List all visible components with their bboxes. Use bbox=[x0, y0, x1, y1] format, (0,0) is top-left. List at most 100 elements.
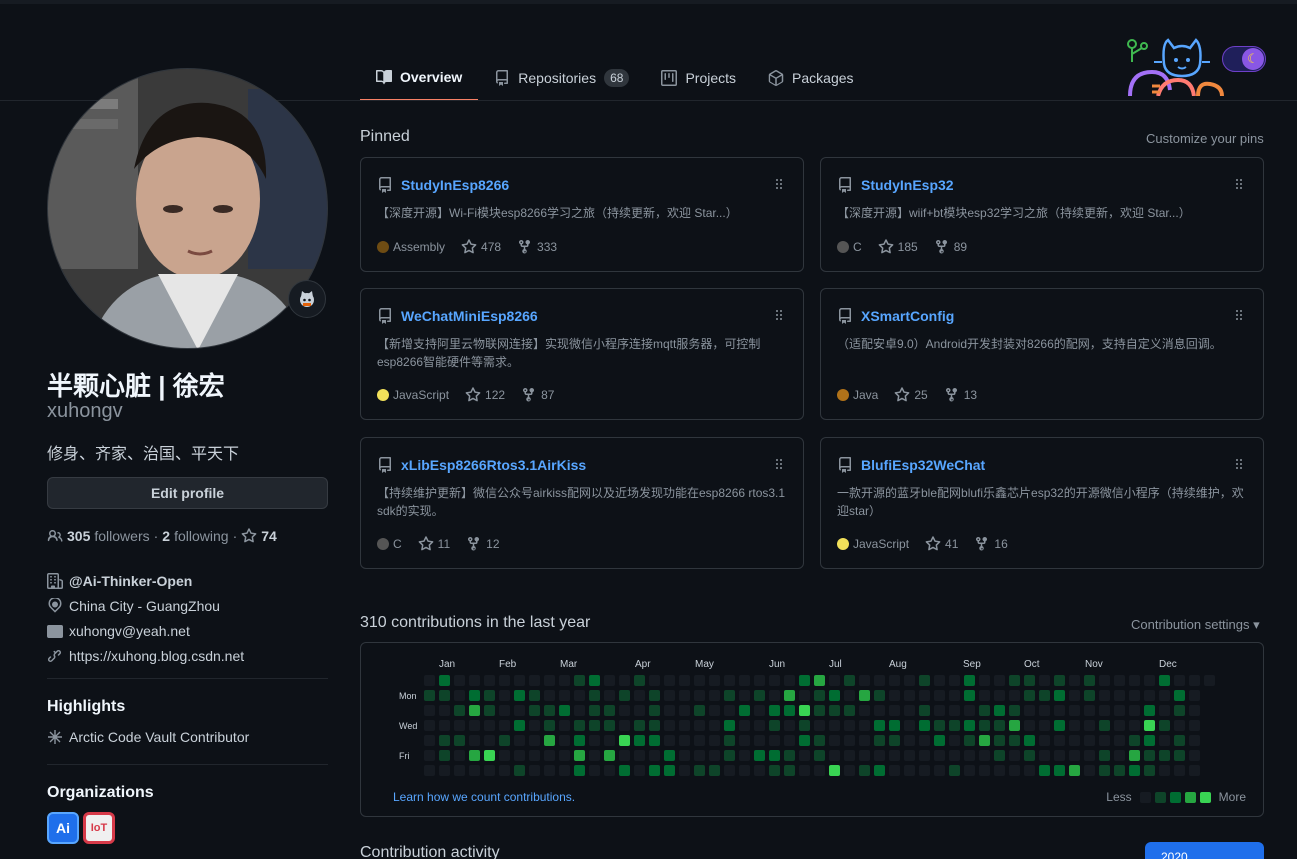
contribution-day[interactable] bbox=[499, 675, 510, 686]
contribution-day[interactable] bbox=[814, 735, 825, 746]
contribution-day[interactable] bbox=[484, 690, 495, 701]
contribution-day[interactable] bbox=[559, 735, 570, 746]
repo-stars[interactable]: 478 bbox=[461, 239, 501, 255]
contribution-day[interactable] bbox=[484, 705, 495, 716]
contribution-day[interactable] bbox=[544, 720, 555, 731]
contribution-settings-dropdown[interactable]: Contribution settings ▾ bbox=[1131, 617, 1260, 633]
drag-handle-icon[interactable] bbox=[775, 309, 783, 321]
contribution-day[interactable] bbox=[1069, 675, 1080, 686]
contribution-day[interactable] bbox=[544, 690, 555, 701]
contribution-day[interactable] bbox=[694, 750, 705, 761]
contribution-day[interactable] bbox=[1174, 690, 1185, 701]
contribution-day[interactable] bbox=[919, 750, 930, 761]
contribution-day[interactable] bbox=[1189, 750, 1200, 761]
contribution-day[interactable] bbox=[1084, 735, 1095, 746]
contribution-day[interactable] bbox=[529, 765, 540, 776]
contribution-day[interactable] bbox=[1189, 765, 1200, 776]
contribution-day[interactable] bbox=[799, 690, 810, 701]
contribution-day[interactable] bbox=[739, 705, 750, 716]
contribution-day[interactable] bbox=[859, 735, 870, 746]
contribution-day[interactable] bbox=[994, 765, 1005, 776]
contribution-day[interactable] bbox=[619, 720, 630, 731]
contribution-day[interactable] bbox=[1159, 705, 1170, 716]
contribution-day[interactable] bbox=[859, 720, 870, 731]
contribution-day[interactable] bbox=[1084, 675, 1095, 686]
contribution-day[interactable] bbox=[1009, 720, 1020, 731]
contribution-day[interactable] bbox=[544, 735, 555, 746]
contribution-day[interactable] bbox=[439, 690, 450, 701]
contribution-day[interactable] bbox=[1054, 675, 1065, 686]
contribution-day[interactable] bbox=[649, 720, 660, 731]
contribution-day[interactable] bbox=[964, 720, 975, 731]
contribution-day[interactable] bbox=[484, 735, 495, 746]
contribution-day[interactable] bbox=[1099, 705, 1110, 716]
contribution-day[interactable] bbox=[739, 690, 750, 701]
contribution-day[interactable] bbox=[949, 705, 960, 716]
contribution-day[interactable] bbox=[634, 690, 645, 701]
contribution-day[interactable] bbox=[1144, 750, 1155, 761]
contribution-day[interactable] bbox=[529, 675, 540, 686]
contribution-day[interactable] bbox=[1069, 690, 1080, 701]
contribution-day[interactable] bbox=[559, 750, 570, 761]
contribution-day[interactable] bbox=[844, 735, 855, 746]
contribution-day[interactable] bbox=[574, 765, 585, 776]
contribution-day[interactable] bbox=[589, 750, 600, 761]
contribution-day[interactable] bbox=[1114, 690, 1125, 701]
contribution-day[interactable] bbox=[1174, 735, 1185, 746]
contribution-day[interactable] bbox=[559, 720, 570, 731]
contribution-day[interactable] bbox=[874, 705, 885, 716]
contribution-day[interactable] bbox=[814, 705, 825, 716]
contribution-day[interactable] bbox=[589, 765, 600, 776]
contribution-day[interactable] bbox=[919, 735, 930, 746]
contribution-day[interactable] bbox=[964, 735, 975, 746]
contribution-day[interactable] bbox=[634, 735, 645, 746]
contribution-day[interactable] bbox=[709, 735, 720, 746]
contribution-day[interactable] bbox=[574, 705, 585, 716]
contribution-day[interactable] bbox=[844, 705, 855, 716]
contribution-day[interactable] bbox=[1174, 750, 1185, 761]
email-link[interactable]: xuhongv@yeah.net bbox=[69, 623, 190, 639]
contribution-day[interactable] bbox=[1114, 675, 1125, 686]
contribution-day[interactable] bbox=[724, 750, 735, 761]
contribution-day[interactable] bbox=[799, 765, 810, 776]
contribution-day[interactable] bbox=[934, 720, 945, 731]
contribution-day[interactable] bbox=[514, 765, 525, 776]
contribution-day[interactable] bbox=[544, 675, 555, 686]
website-link[interactable]: https://xuhong.blog.csdn.net bbox=[69, 648, 244, 664]
contribution-day[interactable] bbox=[754, 750, 765, 761]
contribution-day[interactable] bbox=[694, 705, 705, 716]
contribution-day[interactable] bbox=[829, 690, 840, 701]
contribution-day[interactable] bbox=[949, 735, 960, 746]
tab-repositories[interactable]: Repositories 68 bbox=[478, 55, 645, 101]
drag-handle-icon[interactable] bbox=[1235, 309, 1243, 321]
contribution-day[interactable] bbox=[904, 765, 915, 776]
contribution-day[interactable] bbox=[1009, 735, 1020, 746]
contribution-day[interactable] bbox=[934, 750, 945, 761]
contribution-day[interactable] bbox=[934, 690, 945, 701]
contribution-day[interactable] bbox=[754, 735, 765, 746]
contribution-day[interactable] bbox=[1159, 735, 1170, 746]
contribution-day[interactable] bbox=[1144, 705, 1155, 716]
contribution-day[interactable] bbox=[664, 720, 675, 731]
following-link[interactable]: following bbox=[174, 528, 228, 544]
contribution-day[interactable] bbox=[454, 735, 465, 746]
repo-name-link[interactable]: StudyInEsp32 bbox=[861, 177, 954, 193]
customize-pins-link[interactable]: Customize your pins bbox=[1146, 131, 1264, 146]
repo-name-link[interactable]: BlufiEsp32WeChat bbox=[861, 457, 985, 473]
contribution-day[interactable] bbox=[1024, 720, 1035, 731]
contribution-day[interactable] bbox=[469, 765, 480, 776]
contribution-day[interactable] bbox=[649, 675, 660, 686]
contribution-day[interactable] bbox=[574, 750, 585, 761]
contribution-day[interactable] bbox=[784, 705, 795, 716]
contribution-day[interactable] bbox=[979, 690, 990, 701]
contribution-day[interactable] bbox=[1159, 750, 1170, 761]
contribution-day[interactable] bbox=[949, 750, 960, 761]
contribution-day[interactable] bbox=[634, 720, 645, 731]
contribution-day[interactable] bbox=[904, 735, 915, 746]
highlight-item[interactable]: Arctic Code Vault Contributor bbox=[47, 729, 249, 745]
contribution-day[interactable] bbox=[919, 765, 930, 776]
contribution-day[interactable] bbox=[859, 675, 870, 686]
contribution-day[interactable] bbox=[1009, 675, 1020, 686]
contribution-day[interactable] bbox=[559, 705, 570, 716]
contribution-day[interactable] bbox=[964, 675, 975, 686]
